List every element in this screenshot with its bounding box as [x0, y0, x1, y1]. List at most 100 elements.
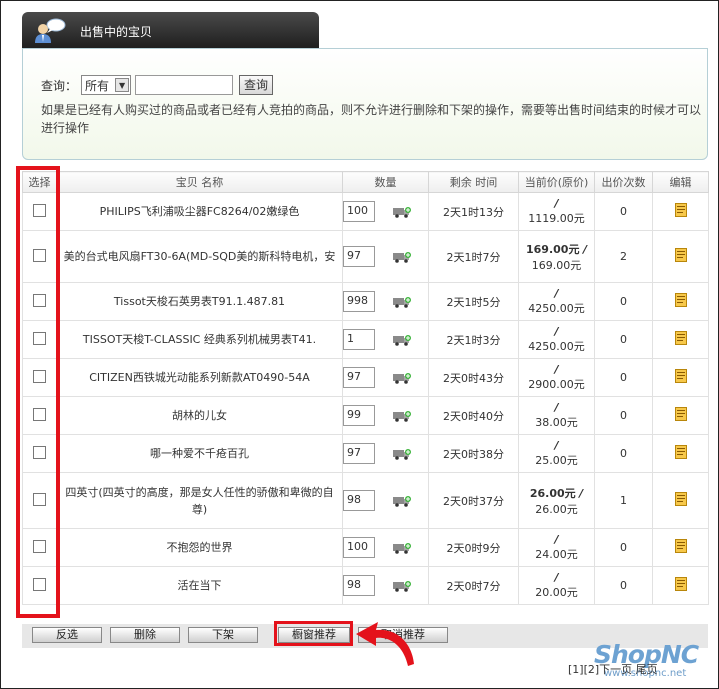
item-name[interactable]: 四英寸(四英寸的高度，那是女人任性的骄傲和卑微的自尊)	[56, 472, 343, 529]
item-name[interactable]: 哪一种爱不千疮百孔	[56, 434, 343, 473]
search-panel: 查询： 所有 ▼ 查询 如果是已经有人购买过的商品或者已经有人竞拍的商品，则不允…	[22, 48, 708, 160]
edit-icon[interactable]	[674, 248, 687, 262]
invert-selection-button[interactable]: 反选	[32, 627, 102, 643]
tab-bar: 出售中的宝贝	[0, 0, 719, 48]
edit-icon[interactable]	[674, 539, 687, 553]
price-cell: / 24.00元	[518, 528, 595, 567]
original-price: 20.00元	[535, 586, 578, 599]
red-arrow-icon	[356, 622, 414, 666]
pagination[interactable]: [1][2]下一页 尾页	[568, 661, 658, 677]
quantity-input[interactable]: 998	[343, 291, 375, 312]
edit-cell	[652, 358, 709, 397]
edit-cell	[652, 528, 709, 567]
search-type-select[interactable]: 所有 ▼	[81, 75, 132, 95]
header-bid-count: 出价次数	[594, 171, 653, 193]
original-price: 2900.00元	[528, 378, 585, 391]
take-down-button[interactable]: 下架	[188, 627, 258, 643]
shipping-truck-icon[interactable]	[393, 495, 411, 507]
bid-count: 0	[594, 396, 653, 435]
search-type-value: 所有	[85, 78, 110, 93]
search-button[interactable]: 查询	[239, 75, 274, 95]
edit-icon[interactable]	[674, 369, 687, 383]
shipping-truck-icon[interactable]	[393, 542, 411, 554]
edit-cell	[652, 192, 709, 231]
price-separator: /	[554, 363, 559, 376]
edit-icon[interactable]	[674, 577, 687, 591]
quantity-input[interactable]: 97	[343, 367, 375, 388]
item-name[interactable]: 美的台式电风扇FT30-6A(MD-SQD美的斯科特电机，安	[56, 230, 343, 283]
edit-icon[interactable]	[674, 293, 687, 307]
edit-icon[interactable]	[674, 492, 687, 506]
quantity-input[interactable]: 100	[343, 537, 375, 558]
shipping-truck-icon[interactable]	[393, 251, 411, 263]
highlight-select-column	[16, 166, 60, 618]
item-name[interactable]: 不抱怨的世界	[56, 528, 343, 567]
table-row: 活在当下 98 2天0时7分 / 20.00元 0	[22, 566, 709, 605]
original-price: 1119.00元	[528, 212, 585, 225]
bid-count: 0	[594, 566, 653, 605]
highlight-recommend-button	[274, 621, 353, 646]
price-separator: /	[554, 571, 559, 584]
table-row: 胡林的儿女 99 2天0时40分 / 38.00元 0	[22, 396, 709, 435]
quantity-input[interactable]: 1	[343, 329, 375, 350]
item-name[interactable]: TISSOT天梭T-CLASSIC 经典系列机械男表T41.	[56, 320, 343, 359]
price-cell: / 4250.00元	[518, 320, 595, 359]
shipping-truck-icon[interactable]	[393, 580, 411, 592]
edit-icon[interactable]	[674, 445, 687, 459]
price-separator: /	[554, 401, 559, 414]
price-cell: / 25.00元	[518, 434, 595, 473]
remaining-time: 2天1时7分	[428, 230, 519, 283]
price-separator: /	[582, 242, 587, 256]
remaining-time: 2天0时7分	[428, 566, 519, 605]
quantity-cell: 97	[342, 434, 429, 473]
price-separator: /	[554, 287, 559, 300]
table-header-row: 选择 宝贝 名称 数量 剩余 时间 当前价(原价) 出价次数 编辑	[22, 171, 709, 193]
search-input[interactable]	[135, 75, 234, 95]
delete-button[interactable]: 删除	[110, 627, 180, 643]
shipping-truck-icon[interactable]	[393, 296, 411, 308]
quantity-input[interactable]: 98	[343, 575, 375, 596]
price-separator: /	[554, 197, 559, 210]
price-cell: / 2900.00元	[518, 358, 595, 397]
notice-text: 如果是已经有人购买过的商品或者已经有人竞拍的商品，则不允许进行删除和下架的操作，…	[41, 103, 702, 135]
edit-icon[interactable]	[674, 331, 687, 345]
quantity-cell: 100	[342, 528, 429, 567]
quantity-input[interactable]: 97	[343, 246, 375, 267]
item-name[interactable]: CITIZEN西铁城光动能系列新款AT0490-54A	[56, 358, 343, 397]
shipping-truck-icon[interactable]	[393, 334, 411, 346]
table-row: Tissot天梭石英男表T91.1.487.81 998 2天1时5分 / 4250.…	[22, 282, 709, 321]
table-row: 美的台式电风扇FT30-6A(MD-SQD美的斯科特电机，安 97 2天1时7分 16…	[22, 230, 709, 283]
remaining-time: 2天1时13分	[428, 192, 519, 231]
bid-count: 0	[594, 528, 653, 567]
item-name[interactable]: PHILIPS飞利浦吸尘器FC8264/02嫩绿色	[56, 192, 343, 231]
quantity-input[interactable]: 99	[343, 405, 375, 426]
quantity-input[interactable]: 100	[343, 201, 375, 222]
current-price: 169.00元	[526, 242, 580, 256]
shipping-truck-icon[interactable]	[393, 206, 411, 218]
original-price: 38.00元	[535, 416, 578, 429]
edit-icon[interactable]	[674, 203, 687, 217]
shipping-truck-icon[interactable]	[393, 410, 411, 422]
remaining-time: 2天0时43分	[428, 358, 519, 397]
price-cell: 26.00元 /26.00元	[518, 472, 595, 529]
shipping-truck-icon[interactable]	[393, 372, 411, 384]
shipping-truck-icon[interactable]	[393, 448, 411, 460]
price-separator: /	[554, 439, 559, 452]
edit-cell	[652, 320, 709, 359]
table-row: TISSOT天梭T-CLASSIC 经典系列机械男表T41. 1 2天1时3分 / 4…	[22, 320, 709, 359]
bid-count: 0	[594, 282, 653, 321]
header-edit: 编辑	[652, 171, 709, 193]
price-cell: 169.00元 /169.00元	[518, 230, 595, 283]
goods-table: 选择 宝贝 名称 数量 剩余 时间 当前价(原价) 出价次数 编辑 PHILIP…	[22, 171, 709, 605]
quantity-input[interactable]: 97	[343, 443, 375, 464]
edit-icon[interactable]	[674, 407, 687, 421]
quantity-input[interactable]: 98	[343, 490, 375, 511]
quantity-cell: 97	[342, 358, 429, 397]
item-name[interactable]: Tissot天梭石英男表T91.1.487.81	[56, 282, 343, 321]
remaining-time: 2天0时9分	[428, 528, 519, 567]
item-name[interactable]: 胡林的儿女	[56, 396, 343, 435]
search-label: 查询：	[41, 78, 78, 93]
item-name[interactable]: 活在当下	[56, 566, 343, 605]
tab-selling-items[interactable]: 出售中的宝贝	[22, 12, 319, 48]
bid-count: 0	[594, 320, 653, 359]
